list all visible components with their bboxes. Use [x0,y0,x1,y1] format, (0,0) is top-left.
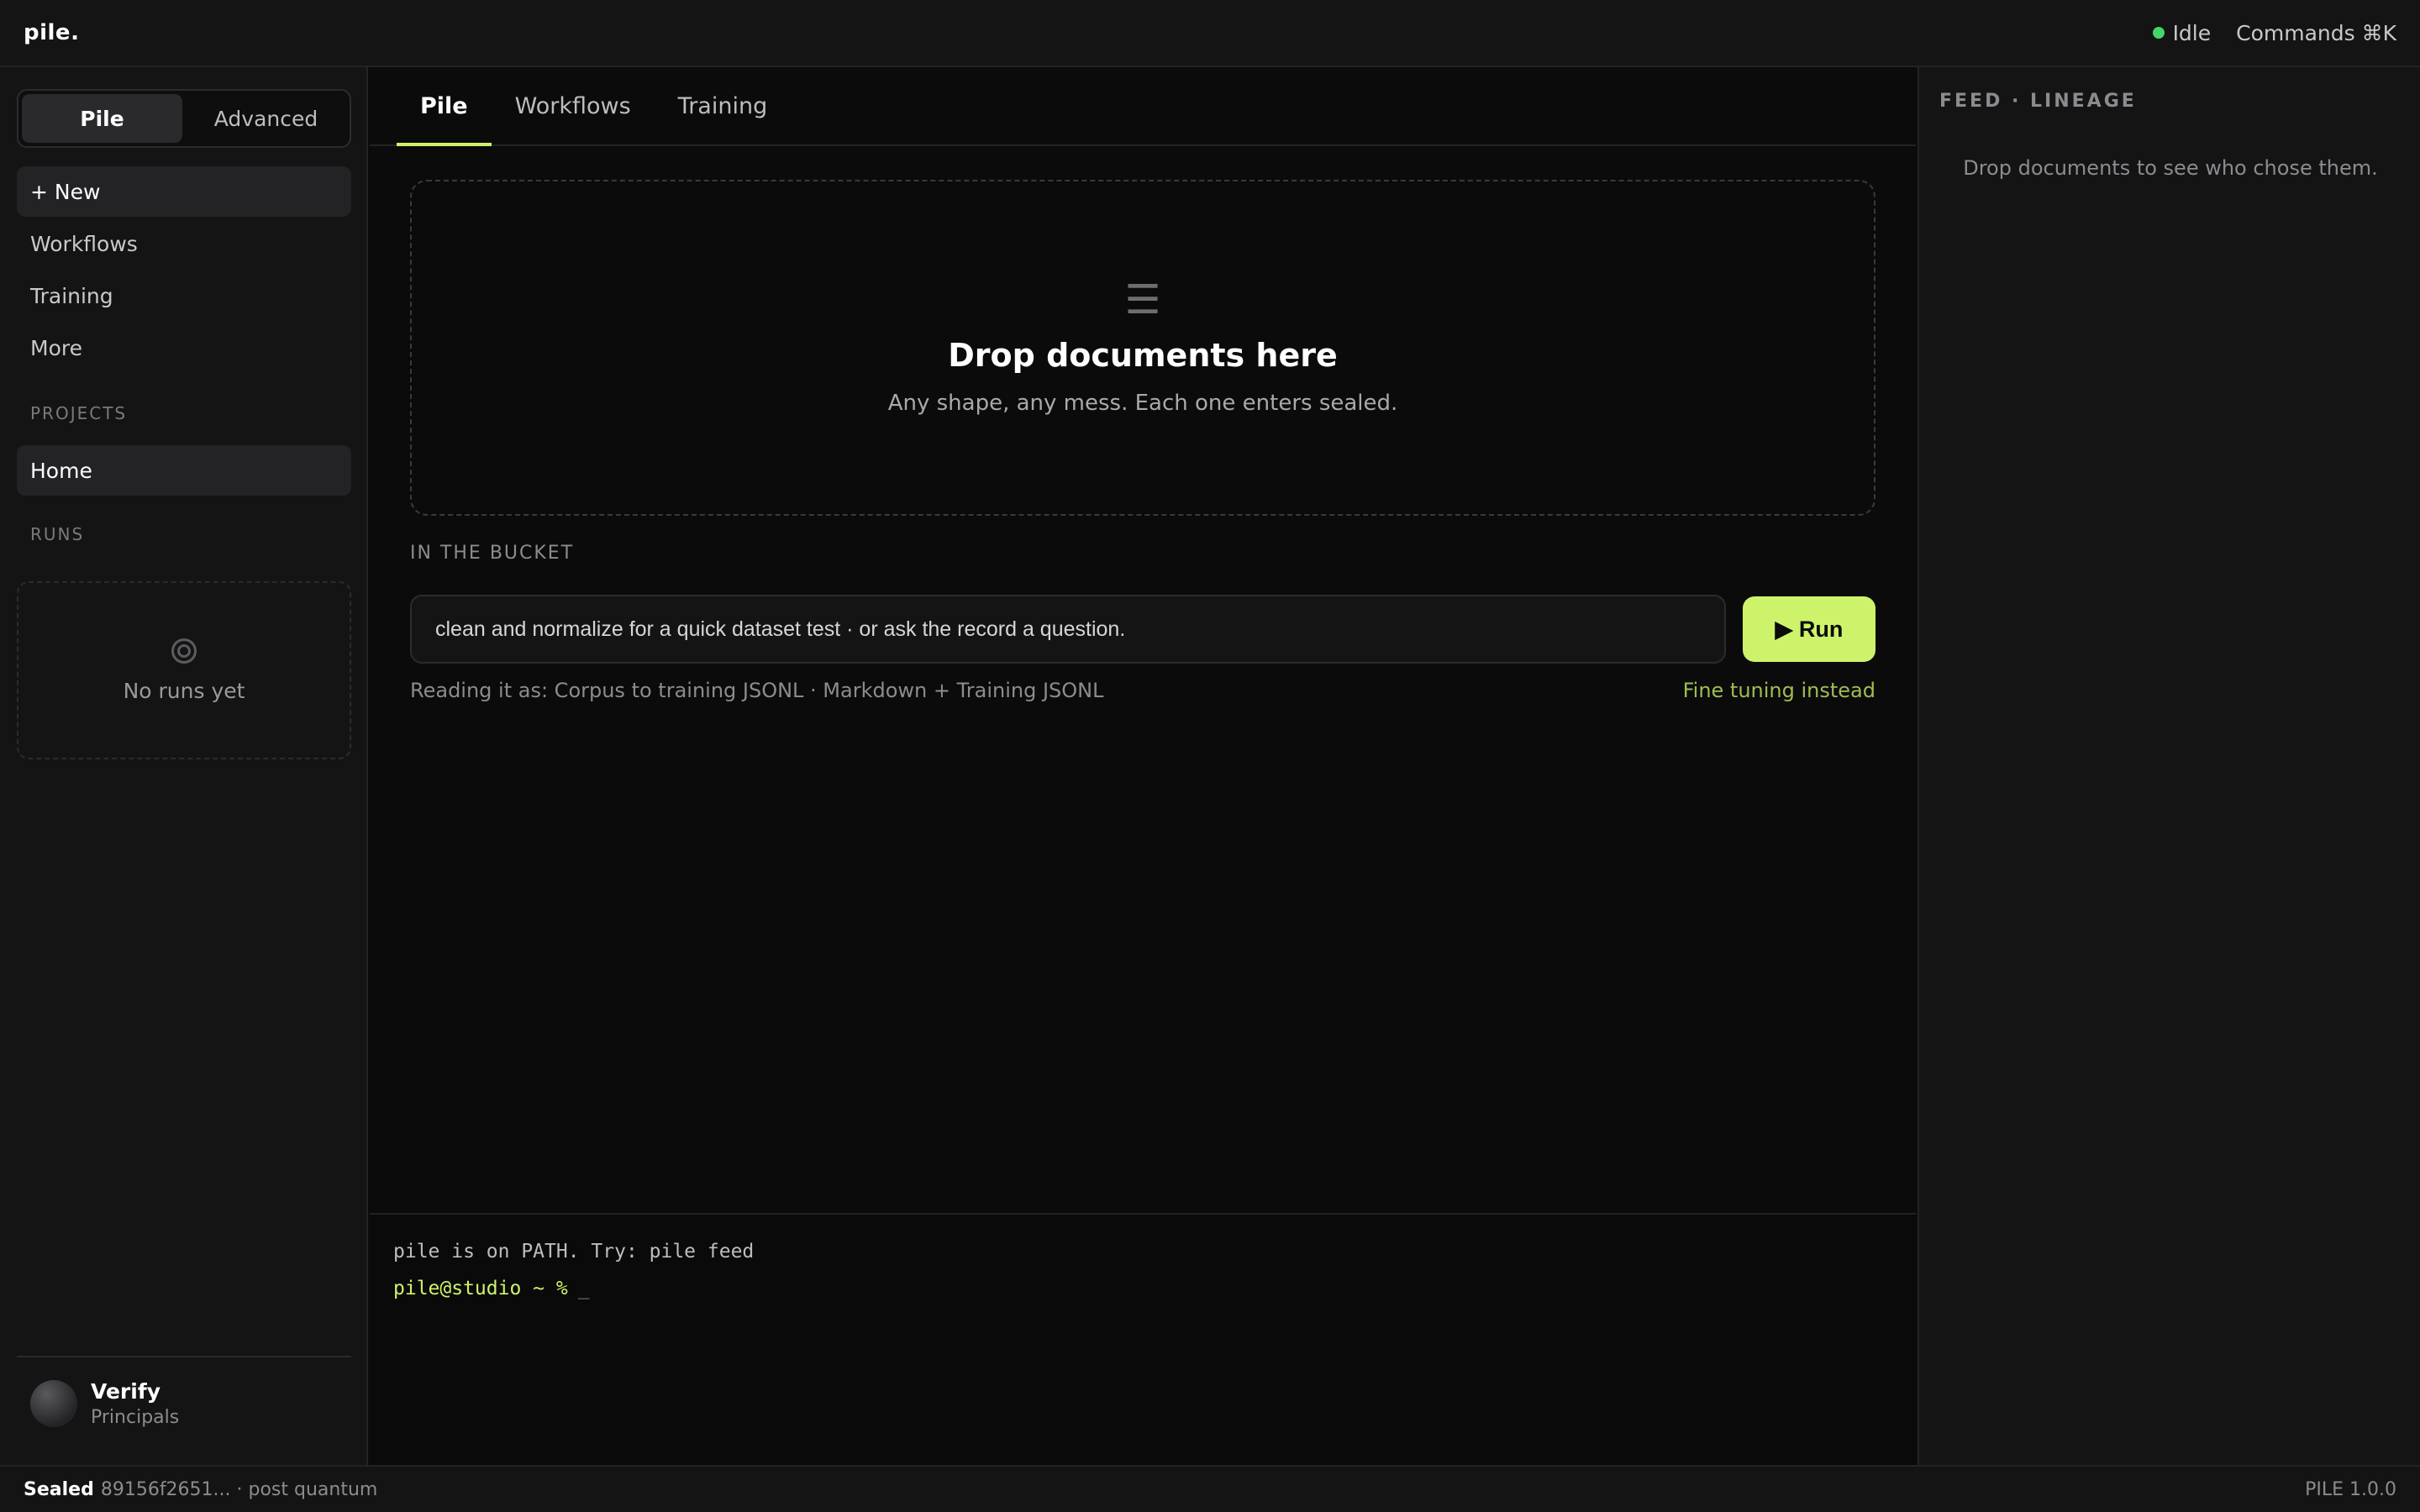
dropzone-title: Drop documents here [948,337,1338,374]
tab-workflows[interactable]: Workflows [492,67,655,144]
terminal-prompt: pile@studio ~ % [393,1278,568,1299]
reading-as-text: Reading it as: Corpus to training JSONL … [410,679,1104,702]
bucket-section-label: IN THE BUCKET [410,543,575,564]
tab-pile[interactable]: Pile [397,67,492,146]
sidebar-item-training[interactable]: Training [17,270,351,321]
status-dot-icon [2152,27,2165,39]
runs-section-label: RUNS [30,524,85,544]
project-item-home[interactable]: Home [17,445,351,496]
status-footer: Sealed 89156f2651... · post quantum PILE … [0,1465,2420,1512]
target-icon [171,638,197,664]
sealed-info: Sealed 89156f2651... · post quantum [24,1479,377,1500]
new-button[interactable]: + New [17,166,351,217]
status-indicator: Idle [2152,20,2212,45]
sidebar-item-workflows[interactable]: Workflows [17,218,351,269]
main-tabs: Pile Workflows Training [370,67,1916,146]
sealed-hash: 89156f2651... · post quantum [100,1478,378,1500]
mode-switch: Pile Advanced [17,89,351,148]
main-panel: Pile Workflows Training ☰ Drop documents… [370,67,1916,1213]
feed-panel: FEED · LINEAGE Drop documents to see who… [1918,67,2420,1465]
top-bar: pile. Idle Commands ⌘K [0,0,2420,67]
runs-empty-text: No runs yet [123,678,245,703]
sidebar-item-more[interactable]: More [17,323,351,373]
mode-tab-pile[interactable]: Pile [22,94,182,143]
document-dropzone[interactable]: ☰ Drop documents here Any shape, any mes… [410,180,1876,516]
prompt-input[interactable] [410,595,1726,664]
sealed-label: Sealed [24,1478,94,1500]
commands-button[interactable]: Commands ⌘K [2236,21,2396,45]
sidebar: Pile Advanced + New Workflows Training M… [0,67,368,1465]
fine-tuning-link[interactable]: Fine tuning instead [1683,679,1876,702]
status-text: Idle [2172,20,2212,45]
documents-icon: ☰ [1124,276,1161,323]
user-role: Principals [91,1407,180,1428]
dropzone-subtitle: Any shape, any mess. Each one enters sea… [887,391,1398,416]
terminal-panel[interactable]: pile is on PATH. Try: pile feed pile@stu… [370,1213,1916,1465]
terminal-prompt-line: pile@studio ~ % _ [393,1270,1892,1307]
user-name: Verify [91,1379,161,1404]
mode-tab-advanced[interactable]: Advanced [186,94,346,143]
app-logo: pile. [24,20,80,45]
projects-section-label: PROJECTS [30,403,128,423]
avatar [30,1380,77,1427]
user-profile[interactable]: Verify Principals [30,1379,179,1428]
terminal-output-line: pile is on PATH. Try: pile feed [393,1241,755,1263]
runs-empty-state: No runs yet [17,581,351,759]
top-right-controls: Idle Commands ⌘K [2152,20,2396,45]
tab-training[interactable]: Training [655,67,792,144]
run-button[interactable]: ▶ Run [1743,596,1876,662]
feed-title: FEED · LINEAGE [1939,91,2137,112]
terminal-cursor: _ [577,1278,590,1299]
version-label: PILE 1.0.0 [2305,1478,2396,1500]
sidebar-divider [17,1356,351,1357]
feed-empty-text: Drop documents to see who chose them. [1963,156,2378,180]
